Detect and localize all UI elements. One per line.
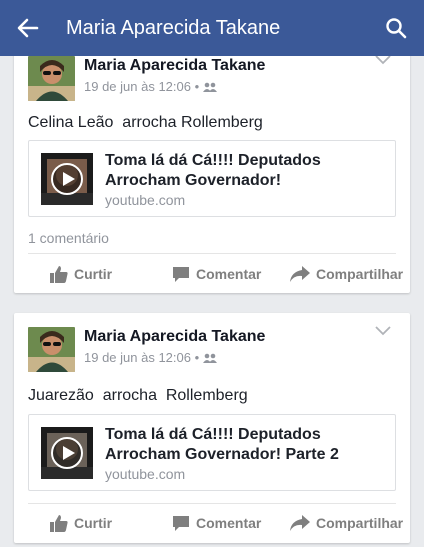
page-title: Maria Aparecida Takane [66, 16, 281, 39]
comment-icon [173, 515, 189, 531]
post-text: Juarezão arrocha Rollemberg [28, 387, 248, 404]
post-header: Maria Aparecida Takane 19 de jun às 12:0… [28, 326, 396, 373]
thumbs-up-icon [50, 265, 68, 283]
share-label: Compartilhar [316, 266, 404, 282]
share-arrow-icon [290, 266, 310, 282]
comment-label: Comentar [196, 515, 262, 531]
post-timestamp[interactable]: 19 de jun às 12:06 • [84, 79, 199, 94]
search-button[interactable] [368, 0, 424, 56]
post-timestamp[interactable]: 19 de jun às 12:06 • [84, 350, 199, 365]
link-title: Toma lá dá Cá!!!! Deputados Arrocham Gov… [105, 426, 339, 463]
post-meta: 19 de jun às 12:06 • [84, 79, 218, 94]
friends-audience-icon [203, 82, 218, 92]
like-button[interactable]: Curtir [50, 265, 113, 283]
video-thumbnail[interactable] [41, 153, 93, 205]
video-thumbnail[interactable] [41, 427, 93, 479]
play-icon[interactable] [51, 163, 83, 195]
avatar[interactable] [28, 327, 75, 372]
friends-audience-icon [203, 353, 218, 363]
comment-button[interactable]: Comentar [172, 266, 261, 283]
play-icon[interactable] [51, 437, 83, 469]
chevron-down-icon[interactable] [374, 323, 392, 337]
link-preview[interactable]: Toma lá dá Cá!!!! Deputados Arrocham Gov… [28, 414, 396, 491]
comment-button[interactable]: Comentar [172, 515, 261, 532]
share-arrow-icon [290, 515, 310, 531]
top-app-bar: Maria Aparecida Takane [0, 0, 424, 56]
link-domain: youtube.com [105, 466, 186, 482]
action-bar: Curtir Comentar Compartilhar [14, 254, 410, 293]
avatar[interactable] [28, 56, 75, 101]
arrow-left-icon [17, 18, 39, 38]
post-author[interactable]: Maria Aparecida Takane [84, 57, 265, 75]
post-meta: 19 de jun às 12:06 • [84, 350, 218, 365]
share-button[interactable]: Compartilhar [290, 515, 403, 531]
like-button[interactable]: Curtir [50, 514, 113, 532]
like-label: Curtir [74, 266, 113, 282]
back-button[interactable] [0, 0, 56, 56]
share-label: Compartilhar [316, 515, 404, 531]
post-header: Maria Aparecida Takane 19 de jun às 12:0… [28, 55, 396, 102]
link-domain: youtube.com [105, 192, 186, 208]
link-preview[interactable]: Toma lá dá Cá!!!! Deputados Arrocham Gov… [28, 140, 396, 217]
post-card: Maria Aparecida Takane 19 de jun às 12:0… [14, 42, 410, 293]
thumbs-up-icon [50, 514, 68, 532]
comment-icon [173, 266, 189, 282]
comment-count[interactable]: 1 comentário [28, 230, 109, 246]
post-text: Celina Leão arrocha Rollemberg [28, 114, 263, 131]
post-author[interactable]: Maria Aparecida Takane [84, 328, 265, 346]
post-card: Maria Aparecida Takane 19 de jun às 12:0… [14, 313, 410, 543]
share-button[interactable]: Compartilhar [290, 266, 403, 282]
like-label: Curtir [74, 515, 113, 531]
action-bar: Curtir Comentar Compartilhar [14, 503, 410, 543]
link-title: Toma lá dá Cá!!!! Deputados Arrocham Gov… [105, 152, 321, 189]
search-icon [386, 18, 407, 39]
comment-label: Comentar [196, 266, 262, 282]
